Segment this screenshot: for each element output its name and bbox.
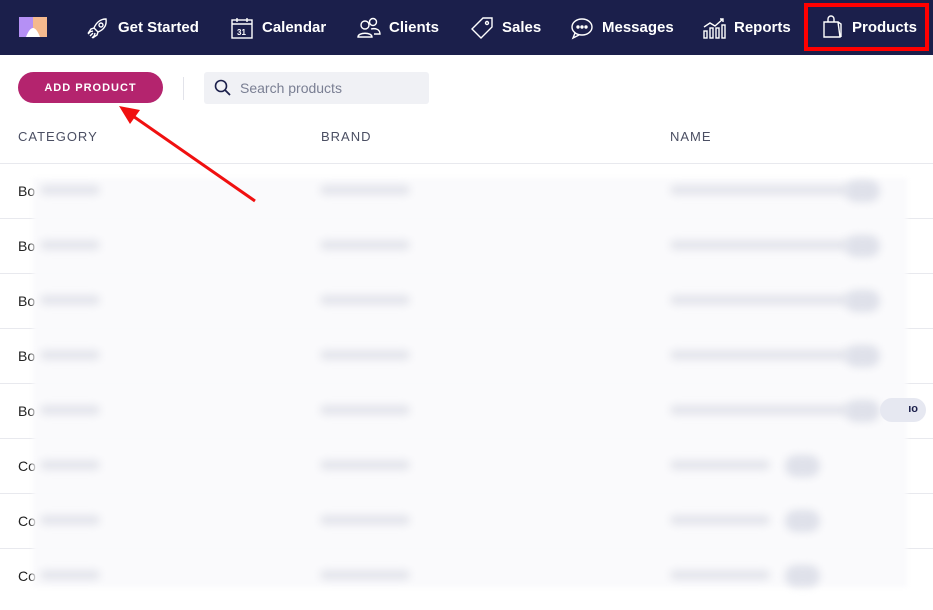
blurred-text bbox=[320, 185, 410, 195]
search-icon bbox=[214, 79, 231, 96]
blurred-text bbox=[40, 295, 100, 305]
logo-icon[interactable] bbox=[19, 17, 47, 37]
blurred-text bbox=[320, 515, 410, 525]
nav-label: Calendar bbox=[262, 19, 327, 36]
calendar-icon: 31 bbox=[231, 17, 253, 39]
nav-calendar[interactable]: 31 Calendar bbox=[230, 0, 326, 55]
blurred-badge bbox=[845, 180, 880, 202]
add-product-button[interactable]: ADD PRODUCT bbox=[18, 72, 163, 103]
blurred-text bbox=[320, 405, 410, 415]
blurred-badge bbox=[785, 565, 820, 587]
nav-messages[interactable]: Messages bbox=[570, 0, 674, 55]
blurred-badge bbox=[785, 455, 820, 477]
blurred-badge bbox=[845, 400, 880, 422]
blurred-text bbox=[670, 295, 850, 305]
blurred-badge bbox=[845, 345, 880, 367]
rocket-icon bbox=[87, 17, 107, 39]
blurred-text bbox=[40, 350, 100, 360]
blurred-text bbox=[320, 460, 410, 470]
blurred-text bbox=[40, 460, 100, 470]
blurred-text bbox=[670, 460, 770, 470]
nav-reports[interactable]: Reports bbox=[702, 0, 791, 55]
column-header-name[interactable]: NAME bbox=[670, 129, 712, 144]
calendar-day: 31 bbox=[237, 28, 246, 37]
nav-get-started[interactable]: Get Started bbox=[86, 0, 199, 55]
blurred-text bbox=[320, 295, 410, 305]
nav-clients[interactable]: Clients bbox=[357, 0, 439, 55]
blurred-text bbox=[670, 515, 770, 525]
nav-label: Reports bbox=[734, 19, 791, 36]
search-input[interactable] bbox=[240, 80, 420, 96]
nav-products[interactable]: Products bbox=[804, 3, 929, 51]
chart-icon bbox=[703, 17, 726, 39]
blurred-text bbox=[40, 570, 100, 580]
nav-label: Clients bbox=[389, 19, 440, 36]
chat-icon bbox=[571, 17, 593, 39]
blurred-text bbox=[40, 185, 100, 195]
nav-label: Sales bbox=[502, 19, 542, 36]
blurred-badge bbox=[785, 510, 820, 532]
blurred-text bbox=[40, 240, 100, 250]
users-icon bbox=[357, 17, 381, 38]
blurred-text bbox=[670, 405, 850, 415]
nav-label: Get Started bbox=[118, 19, 199, 36]
blurred-text bbox=[670, 570, 770, 580]
blurred-badge bbox=[845, 235, 880, 257]
blurred-text bbox=[670, 240, 850, 250]
blurred-text bbox=[40, 515, 100, 525]
blurred-text bbox=[320, 570, 410, 580]
blurred-text bbox=[320, 350, 410, 360]
blurred-badge bbox=[845, 290, 880, 312]
top-navigation: Get Started 31 Calendar Clients Sales Me… bbox=[0, 0, 933, 55]
blurred-text bbox=[670, 350, 850, 360]
nav-sales[interactable]: Sales bbox=[470, 0, 541, 55]
nav-label: Messages bbox=[602, 19, 674, 36]
nav-label: Products bbox=[852, 18, 918, 36]
blurred-text bbox=[40, 405, 100, 415]
blurred-text bbox=[320, 240, 410, 250]
status-badge: ıo bbox=[880, 398, 926, 422]
column-header-category[interactable]: CATEGORY bbox=[18, 129, 98, 144]
shopping-bag-icon bbox=[823, 15, 842, 38]
tag-icon bbox=[471, 16, 493, 39]
divider bbox=[183, 77, 184, 100]
blurred-text bbox=[670, 185, 850, 195]
search-box[interactable] bbox=[204, 72, 429, 104]
column-header-brand[interactable]: BRAND bbox=[321, 129, 372, 144]
